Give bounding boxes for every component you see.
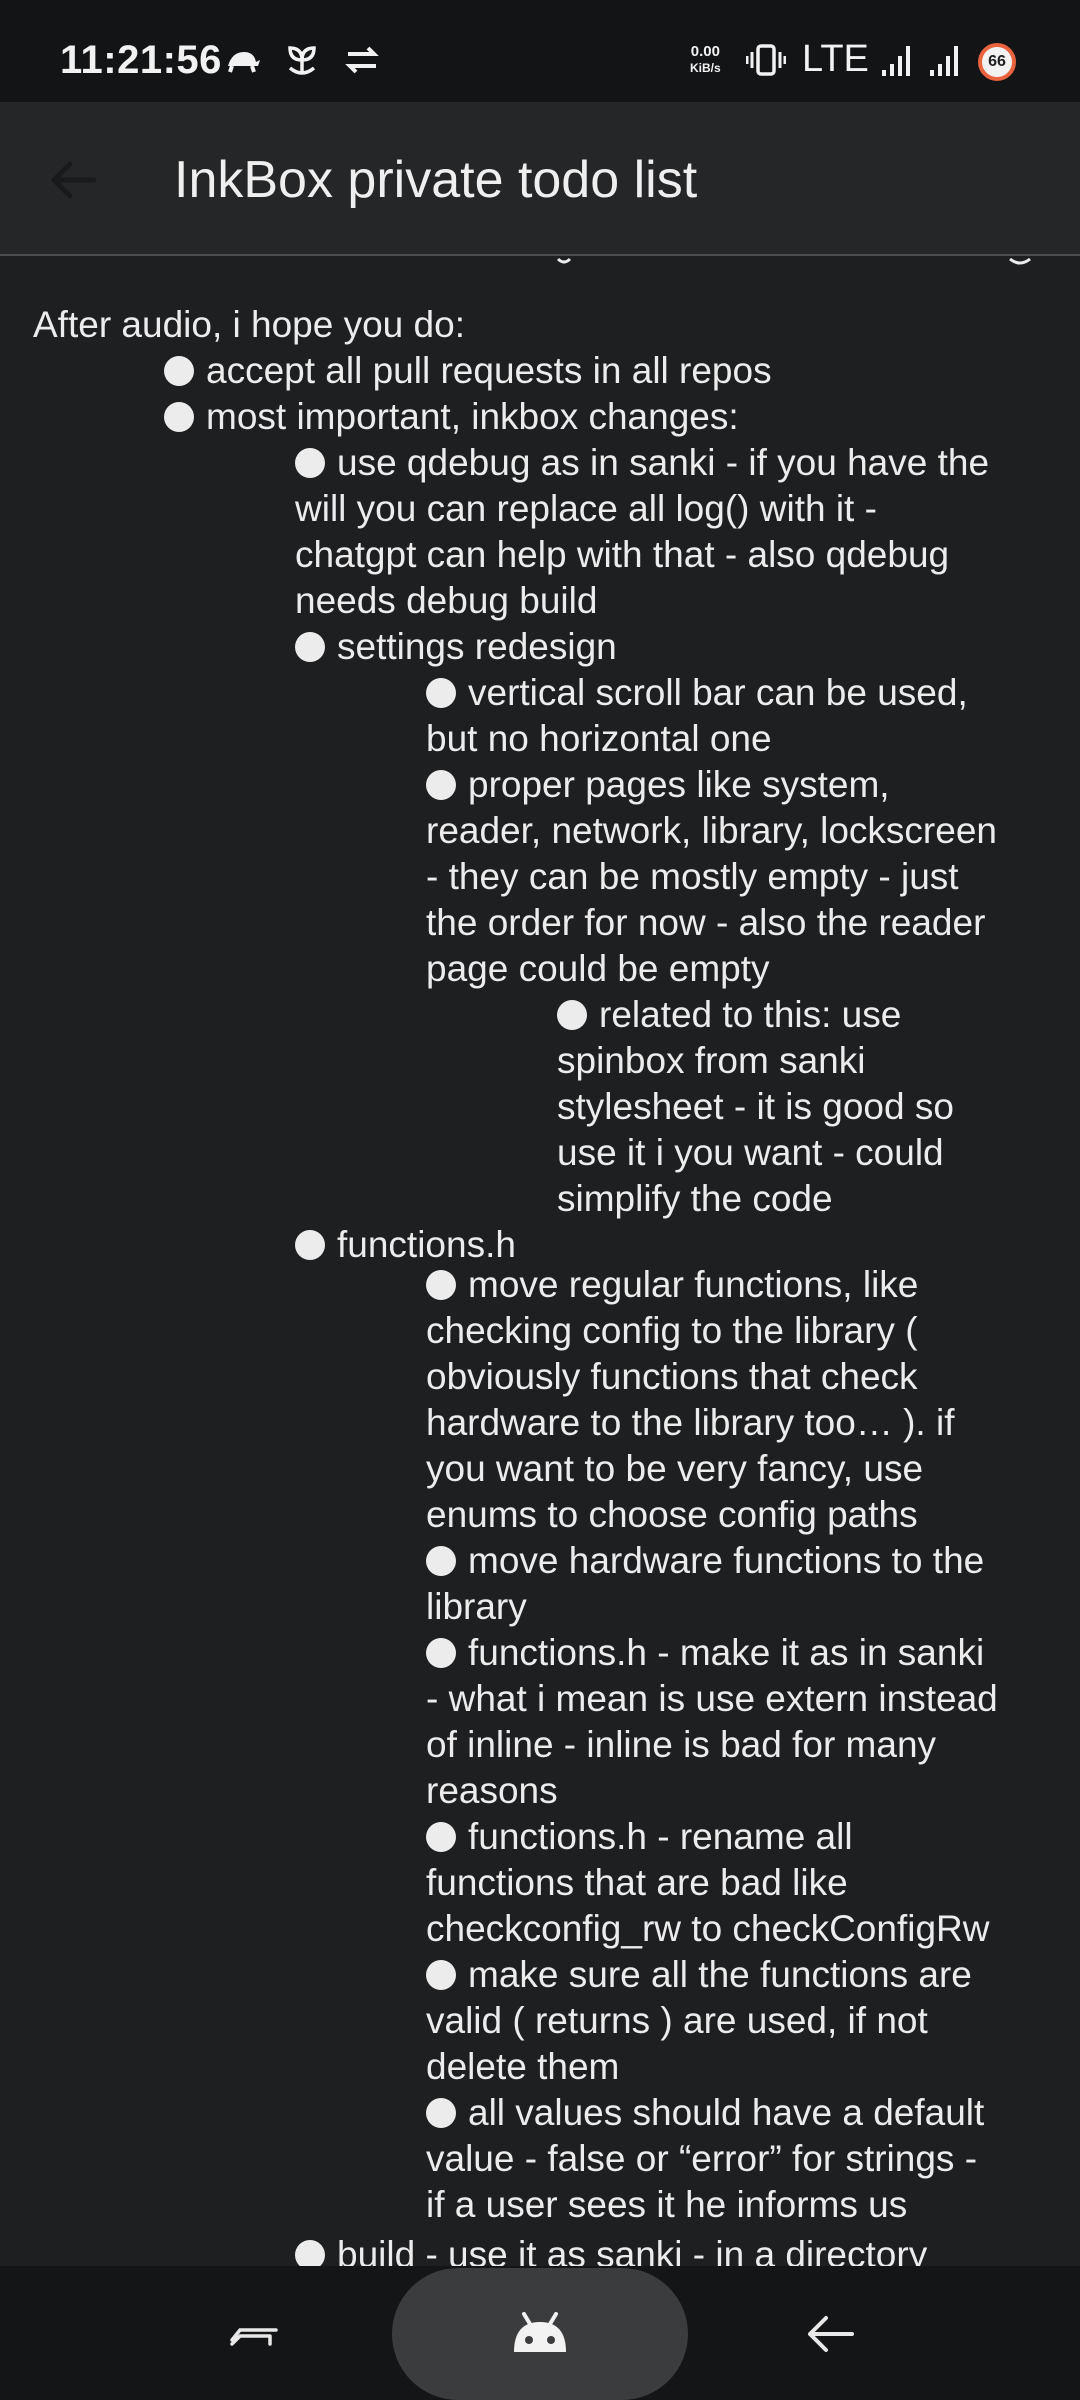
net-speed: 0.00 KiB/s xyxy=(690,44,721,76)
bullet-icon xyxy=(295,1230,325,1260)
list-item: move hardware functions to the library xyxy=(426,1540,985,1627)
clipped-line-fragment xyxy=(0,256,1080,265)
list-item: proper pages like system, reader, networ… xyxy=(426,764,997,989)
net-speed-unit: KiB/s xyxy=(690,61,721,75)
list-item: functions.h xyxy=(295,1222,516,1266)
bullet-icon xyxy=(295,448,325,478)
bullet-icon xyxy=(426,1960,456,1990)
signal-icon xyxy=(882,46,910,76)
back-icon[interactable] xyxy=(800,2304,860,2364)
turtle-icon xyxy=(228,52,260,73)
list-item: settings redesign xyxy=(295,624,617,670)
list-item: vertical scroll bar can be used, but no … xyxy=(426,672,968,759)
bullet-icon xyxy=(426,1270,456,1300)
list-item: make sure all the functions are valid ( … xyxy=(426,1954,972,2087)
bullet-icon xyxy=(295,632,325,662)
list-item: use qdebug as in sanki - if you have the… xyxy=(295,442,990,621)
list-item: functions.h - rename all functions that … xyxy=(426,1816,990,1949)
net-speed-value: 0.00 xyxy=(690,43,720,60)
list-item: all values should have a default value -… xyxy=(426,2092,985,2225)
page-title: InkBox private todo list xyxy=(174,151,698,209)
home-button[interactable] xyxy=(392,2268,688,2400)
bullet-icon xyxy=(426,678,456,708)
list-item: most important, inkbox changes: xyxy=(164,394,739,440)
intro-text: After audio, i hope you do: xyxy=(33,304,465,345)
list-item: functions.h - make it as in sanki - what… xyxy=(426,1632,998,1811)
network-type: LTE xyxy=(802,38,869,80)
todo-content[interactable]: After audio, i hope you do: accept all p… xyxy=(0,256,1080,1266)
list-item: build - use it as sanki - in a directory xyxy=(295,2232,927,2266)
bullet-icon xyxy=(426,770,456,800)
bullet-icon xyxy=(164,402,194,432)
status-time: 11:21:56 xyxy=(60,38,222,82)
battery-icon: 66 xyxy=(978,43,1016,81)
bullet-icon xyxy=(426,1546,456,1576)
bullet-icon xyxy=(426,1638,456,1668)
sprout-icon xyxy=(288,46,316,75)
bullet-icon xyxy=(295,2240,325,2266)
bullet-icon xyxy=(557,1000,587,1030)
todo-content-lower[interactable]: move regular functions, like checking co… xyxy=(0,1266,1080,2266)
list-item: accept all pull requests in all repos xyxy=(164,348,772,394)
data-transfer-icon xyxy=(345,46,379,74)
navigation-bar xyxy=(0,2266,1080,2400)
signal-icon xyxy=(930,46,958,76)
list-item: move regular functions, like checking co… xyxy=(426,1266,955,1535)
list-item: related to this: use spinbox from sanki … xyxy=(557,994,954,1219)
bullet-icon xyxy=(164,356,194,386)
clipped-text-glyphs xyxy=(556,257,1031,265)
status-bar: 11:21:56 0.00 KiB/s LTE 66 xyxy=(0,0,1080,102)
vibrate-icon xyxy=(746,44,786,76)
bullet-icon xyxy=(426,2098,456,2128)
arrow-left-icon[interactable] xyxy=(46,152,102,208)
android-icon xyxy=(514,2312,566,2352)
app-bar: InkBox private todo list xyxy=(0,102,1080,256)
recents-icon[interactable] xyxy=(226,2306,282,2362)
bullet-icon xyxy=(426,1822,456,1852)
